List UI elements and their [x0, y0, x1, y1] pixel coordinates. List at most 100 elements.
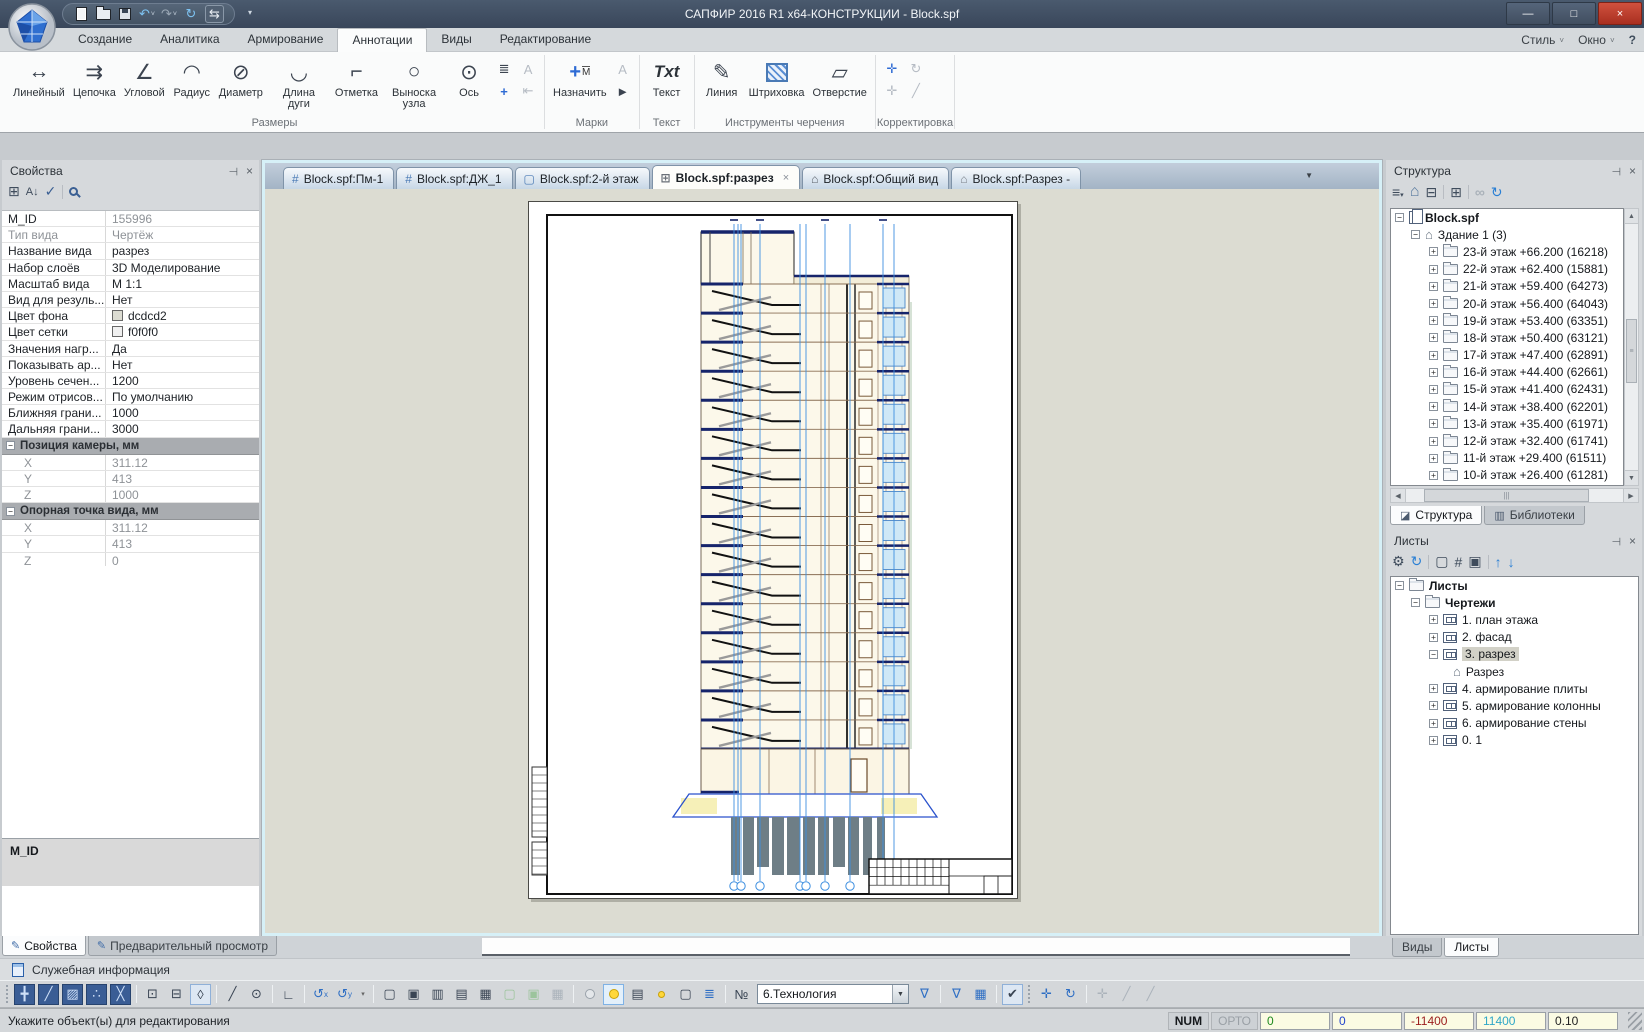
- open-file-icon[interactable]: [95, 5, 111, 23]
- ortho-indicator[interactable]: ОРТО: [1211, 1012, 1258, 1030]
- tree-item-sheet[interactable]: + 0. 1: [1391, 732, 1638, 749]
- tree-item-floor[interactable]: +23-й этаж +66.200 (16218): [1391, 243, 1623, 260]
- lock-print-icon[interactable]: ⊟: [166, 984, 187, 1005]
- view-analytic-icon[interactable]: ▢: [499, 984, 520, 1005]
- numbering-icon[interactable]: №: [731, 984, 752, 1005]
- menu-tab[interactable]: Армирование: [234, 28, 338, 52]
- search-icon[interactable]: [69, 187, 78, 196]
- snap-hatch-icon[interactable]: ▨: [62, 984, 83, 1005]
- expand-icon[interactable]: +: [1429, 368, 1438, 377]
- collapse-icon[interactable]: −: [1411, 230, 1420, 239]
- expand-icon[interactable]: +: [1429, 454, 1438, 463]
- chevron-down-icon[interactable]: ▼: [892, 985, 908, 1003]
- scroll-thumb[interactable]: |||: [1424, 489, 1589, 502]
- snap-node-icon[interactable]: ∴: [86, 984, 107, 1005]
- more-icon[interactable]: ▾: [358, 984, 368, 1005]
- expand-icon[interactable]: +: [1429, 684, 1438, 693]
- refresh-icon[interactable]: ↻: [1491, 184, 1503, 201]
- ribbon-button[interactable]: Штриховка: [746, 55, 808, 100]
- filter-list-icon[interactable]: ≡▾: [1392, 184, 1404, 200]
- dim-edge-icon[interactable]: ⇤: [517, 81, 539, 101]
- snap-intersection-icon[interactable]: ╳: [110, 984, 131, 1005]
- property-row[interactable]: Вид для резуль... Нет: [2, 292, 259, 308]
- move-up-icon[interactable]: ↑: [1495, 554, 1502, 570]
- maximize-button[interactable]: □: [1552, 2, 1596, 25]
- minimize-button[interactable]: —: [1506, 2, 1550, 25]
- sort-az-icon[interactable]: A↓: [26, 186, 39, 198]
- tab-overflow-icon[interactable]: ▼: [1305, 171, 1313, 180]
- expand-icon[interactable]: +: [1429, 265, 1438, 274]
- tree-item-floor[interactable]: +19-й этаж +53.400 (63351): [1391, 312, 1623, 329]
- sheet-visibility-icon[interactable]: ▢: [675, 984, 696, 1005]
- property-row[interactable]: Масштаб вида М 1:1: [2, 276, 259, 292]
- property-row[interactable]: Ближняя грани... 1000: [2, 405, 259, 421]
- document-tab[interactable]: ▢ Block.spf:2-й этаж: [515, 167, 650, 189]
- tree-item-floor[interactable]: +15-й этаж +41.400 (62431): [1391, 381, 1623, 398]
- redo-icon[interactable]: ↷˅: [161, 5, 177, 23]
- property-group-header[interactable]: −Позиция камеры, мм: [2, 438, 259, 455]
- structure-hscrollbar[interactable]: ◀ ||| ▶: [1390, 488, 1639, 503]
- replace-icon[interactable]: ↻: [905, 59, 927, 79]
- ribbon-button[interactable]: TxtТекст: [645, 55, 689, 100]
- undo-icon[interactable]: ↶˅: [139, 5, 155, 23]
- layer-filter-combobox[interactable]: 6.Технология ▼: [757, 984, 909, 1004]
- ribbon-button[interactable]: ◠Радиус: [170, 55, 214, 100]
- document-tab[interactable]: ⊞ Block.spf:разрез×: [652, 165, 801, 189]
- tree-item-sheet[interactable]: + 6. армирование стены: [1391, 715, 1638, 732]
- close-tab-icon[interactable]: ×: [783, 172, 789, 184]
- collapse-icon[interactable]: −: [1395, 581, 1404, 590]
- lock-view-icon[interactable]: ⊡: [142, 984, 163, 1005]
- property-row[interactable]: Цвет фона dcdcd2: [2, 308, 259, 324]
- property-group-header[interactable]: −Опорная точка вида, мм: [2, 503, 259, 520]
- document-tab[interactable]: ⌂ Block.spf:Общий вид: [802, 167, 949, 189]
- rotate-icon[interactable]: ↻: [1060, 984, 1081, 1005]
- coordinate-field[interactable]: -11400: [1404, 1012, 1474, 1030]
- sheet-settings-icon[interactable]: ⚙: [1392, 553, 1405, 570]
- coordinate-field[interactable]: 0: [1260, 1012, 1330, 1030]
- property-row[interactable]: Набор слоёв 3D Моделирование: [2, 260, 259, 276]
- ribbon-button[interactable]: ⊙Ось: [447, 55, 491, 100]
- tree-item-floor[interactable]: +12-й этаж +32.400 (61741): [1391, 432, 1623, 449]
- tree-item-floor[interactable]: +11-й этаж +29.400 (61511): [1391, 450, 1623, 467]
- tree-item-floor[interactable]: +16-й этаж +44.400 (62661): [1391, 364, 1623, 381]
- close-icon[interactable]: ×: [1629, 534, 1636, 548]
- layers-icon[interactable]: ≣: [699, 984, 720, 1005]
- tree-item-sheet[interactable]: + 4. армирование плиты: [1391, 680, 1638, 697]
- expand-icon[interactable]: +: [1429, 633, 1438, 642]
- dock-tab[interactable]: Виды: [1392, 938, 1442, 957]
- num-lock-indicator[interactable]: NUM: [1168, 1012, 1209, 1030]
- collapse-icon[interactable]: −: [1411, 598, 1420, 607]
- ribbon-button[interactable]: ✎Линия: [700, 55, 744, 100]
- tree-item-floor[interactable]: +18-й этаж +50.400 (63121): [1391, 329, 1623, 346]
- rotate-x-icon[interactable]: ↺x: [310, 984, 331, 1005]
- close-button[interactable]: ×: [1598, 2, 1642, 25]
- add-marker-icon[interactable]: +: [493, 81, 515, 101]
- menu-Стиль[interactable]: Стиль˅: [1521, 33, 1564, 47]
- property-row[interactable]: Тип вида Чертёж: [2, 227, 259, 243]
- tree-item-floor[interactable]: +22-й этаж +62.400 (15881): [1391, 261, 1623, 278]
- structure-vscrollbar[interactable]: ▲ ≡ ▼: [1624, 208, 1639, 486]
- tree-item-folder[interactable]: −Чертежи: [1391, 594, 1638, 611]
- array-icon[interactable]: ╱: [1140, 984, 1161, 1005]
- expand-icon[interactable]: +: [1429, 701, 1438, 710]
- refresh-icon[interactable]: ↻: [1411, 553, 1423, 570]
- ribbon-button[interactable]: ○Выноска узла: [383, 55, 445, 111]
- menu-tab[interactable]: Аналитика: [146, 28, 233, 52]
- apply-check-icon[interactable]: ✔: [1002, 984, 1023, 1005]
- property-row[interactable]: Режим отрисов... По умолчанию: [2, 389, 259, 405]
- menu-Окно[interactable]: Окно˅: [1578, 33, 1615, 47]
- expand-icon[interactable]: +: [1429, 351, 1438, 360]
- tree-item-floor[interactable]: +21-й этаж +59.400 (64273): [1391, 278, 1623, 295]
- building-icon[interactable]: ⌂: [1410, 183, 1420, 201]
- expand-icon[interactable]: +: [1429, 419, 1438, 428]
- qat-overflow-icon[interactable]: ▾: [248, 8, 252, 17]
- tree-item-sheet[interactable]: + 1. план этажа: [1391, 611, 1638, 628]
- menu-tab[interactable]: Виды: [427, 28, 485, 52]
- tree-item-sheets-root[interactable]: −Листы: [1391, 577, 1638, 594]
- tree-item-sheet[interactable]: + 2. фасад: [1391, 629, 1638, 646]
- number-sheets-icon[interactable]: #: [1455, 554, 1463, 570]
- export-structure-icon[interactable]: ⊟: [1425, 184, 1437, 201]
- scroll-right-icon[interactable]: ▶: [1623, 489, 1638, 502]
- view-textured-icon[interactable]: ▦: [475, 984, 496, 1005]
- tree-item-root[interactable]: −Block.spf: [1391, 209, 1623, 226]
